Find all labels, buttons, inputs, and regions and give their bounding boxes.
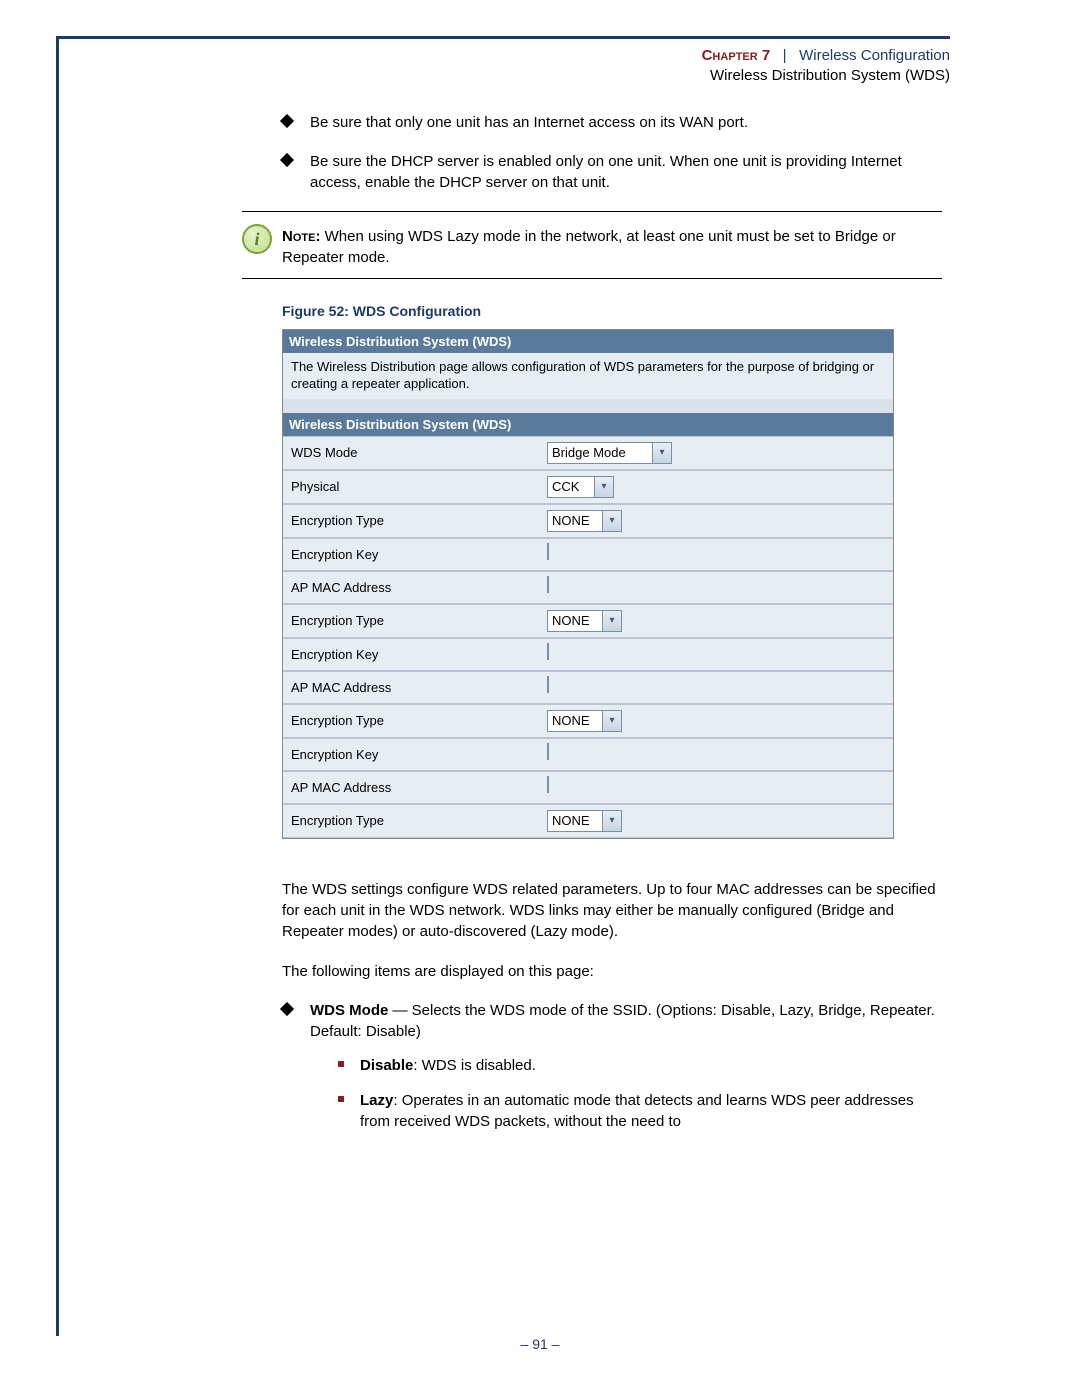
diamond-icon	[280, 1002, 294, 1016]
field-label: Encryption Key	[283, 739, 539, 770]
subsection-title: Wireless Distribution System (WDS)	[702, 66, 950, 86]
field-label: Physical	[283, 471, 539, 503]
square-icon	[338, 1096, 344, 1102]
select-value: NONE	[548, 611, 602, 631]
form-row-ap-mac: AP MAC Address	[283, 671, 893, 704]
encryption-type-select[interactable]: NONE ▾	[547, 510, 622, 532]
callout-bottom-rule	[242, 278, 942, 279]
wds-mode-select[interactable]: Bridge Mode ▾	[547, 442, 672, 464]
field-label: AP MAC Address	[283, 672, 539, 703]
callout-top-rule	[242, 211, 942, 212]
form-row-enc-key: Encryption Key	[283, 738, 893, 771]
term: WDS Mode	[310, 1002, 388, 1019]
note-text: When using WDS Lazy mode in the network,…	[282, 228, 896, 266]
top-rule	[56, 36, 950, 39]
select-value: Bridge Mode	[548, 443, 652, 463]
note-label: Note:	[282, 228, 320, 245]
field-label: Encryption Key	[283, 639, 539, 670]
encryption-key-input[interactable]	[547, 543, 549, 560]
bullet-text: Be sure that only one unit has an Intern…	[310, 114, 748, 131]
header-separator: |	[774, 47, 795, 64]
panel-title: Wireless Distribution System (WDS)	[283, 330, 893, 353]
form-row-enc-type: Encryption Type NONE ▾	[283, 604, 893, 638]
select-value: CCK	[548, 477, 594, 497]
physical-select[interactable]: CCK ▾	[547, 476, 614, 498]
field-label: Encryption Type	[283, 705, 539, 737]
chevron-down-icon: ▾	[602, 611, 621, 631]
form-row-enc-type: Encryption Type NONE ▾	[283, 804, 893, 838]
definition-list: WDS Mode — Selects the WDS mode of the S…	[282, 1000, 942, 1132]
wds-config-screenshot: Wireless Distribution System (WDS) The W…	[282, 329, 894, 839]
select-value: NONE	[548, 811, 602, 831]
intro-bullet-list: Be sure that only one unit has an Intern…	[282, 112, 942, 193]
bullet-item: Be sure the DHCP server is enabled only …	[282, 151, 942, 193]
paragraph: The WDS settings configure WDS related p…	[282, 879, 942, 943]
side-rule	[56, 36, 59, 1336]
term: Lazy	[360, 1092, 393, 1109]
select-value: NONE	[548, 511, 602, 531]
form-row-ap-mac: AP MAC Address	[283, 771, 893, 804]
chevron-down-icon: ▾	[602, 811, 621, 831]
field-label: Encryption Key	[283, 539, 539, 570]
encryption-type-select[interactable]: NONE ▾	[547, 710, 622, 732]
chevron-down-icon: ▾	[594, 477, 613, 497]
chevron-down-icon: ▾	[602, 511, 621, 531]
diamond-icon	[280, 114, 294, 128]
ap-mac-input[interactable]	[547, 776, 549, 793]
select-value: NONE	[548, 711, 602, 731]
form-row-enc-type: Encryption Type NONE ▾	[283, 704, 893, 738]
bullet-text: Be sure the DHCP server is enabled only …	[310, 153, 902, 191]
note-block: i Note: When using WDS Lazy mode in the …	[242, 226, 942, 268]
form-row-wds-mode: WDS Mode Bridge Mode ▾	[283, 436, 893, 470]
panel-description: The Wireless Distribution page allows co…	[283, 353, 893, 399]
term: Disable	[360, 1057, 413, 1074]
term-desc: : WDS is disabled.	[413, 1057, 536, 1074]
form-row-enc-key: Encryption Key	[283, 538, 893, 571]
paragraph: The following items are displayed on thi…	[282, 961, 942, 982]
bullet-item: Be sure that only one unit has an Intern…	[282, 112, 942, 133]
ap-mac-input[interactable]	[547, 576, 549, 593]
encryption-type-select[interactable]: NONE ▾	[547, 610, 622, 632]
field-label: Encryption Type	[283, 805, 539, 837]
chevron-down-icon: ▾	[602, 711, 621, 731]
field-label: Encryption Type	[283, 605, 539, 637]
definition-item: WDS Mode — Selects the WDS mode of the S…	[282, 1000, 942, 1132]
panel-subtitle: Wireless Distribution System (WDS)	[283, 413, 893, 436]
chapter-label: Chapter 7	[702, 47, 771, 64]
sub-definition-item: Lazy: Operates in an automatic mode that…	[338, 1090, 942, 1133]
field-label: WDS Mode	[283, 437, 539, 469]
chevron-down-icon: ▾	[652, 443, 671, 463]
form-row-enc-key: Encryption Key	[283, 638, 893, 671]
term-desc: : Operates in an automatic mode that det…	[360, 1092, 914, 1130]
page-header: Chapter 7 | Wireless Configuration Wirel…	[702, 46, 950, 87]
ap-mac-input[interactable]	[547, 676, 549, 693]
sub-definition-item: Disable: WDS is disabled.	[338, 1055, 942, 1076]
field-label: Encryption Type	[283, 505, 539, 537]
encryption-key-input[interactable]	[547, 743, 549, 760]
encryption-type-select[interactable]: NONE ▾	[547, 810, 622, 832]
form-row-enc-type: Encryption Type NONE ▾	[283, 504, 893, 538]
info-icon: i	[242, 224, 272, 254]
section-title: Wireless Configuration	[799, 47, 950, 64]
field-label: AP MAC Address	[283, 772, 539, 803]
form-row-ap-mac: AP MAC Address	[283, 571, 893, 604]
field-label: AP MAC Address	[283, 572, 539, 603]
square-icon	[338, 1061, 344, 1067]
figure-caption: Figure 52: WDS Configuration	[282, 303, 942, 319]
form-row-physical: Physical CCK ▾	[283, 470, 893, 504]
page-number: – 91 –	[0, 1336, 1080, 1352]
encryption-key-input[interactable]	[547, 643, 549, 660]
term-desc: — Selects the WDS mode of the SSID. (Opt…	[310, 1002, 935, 1040]
diamond-icon	[280, 153, 294, 167]
